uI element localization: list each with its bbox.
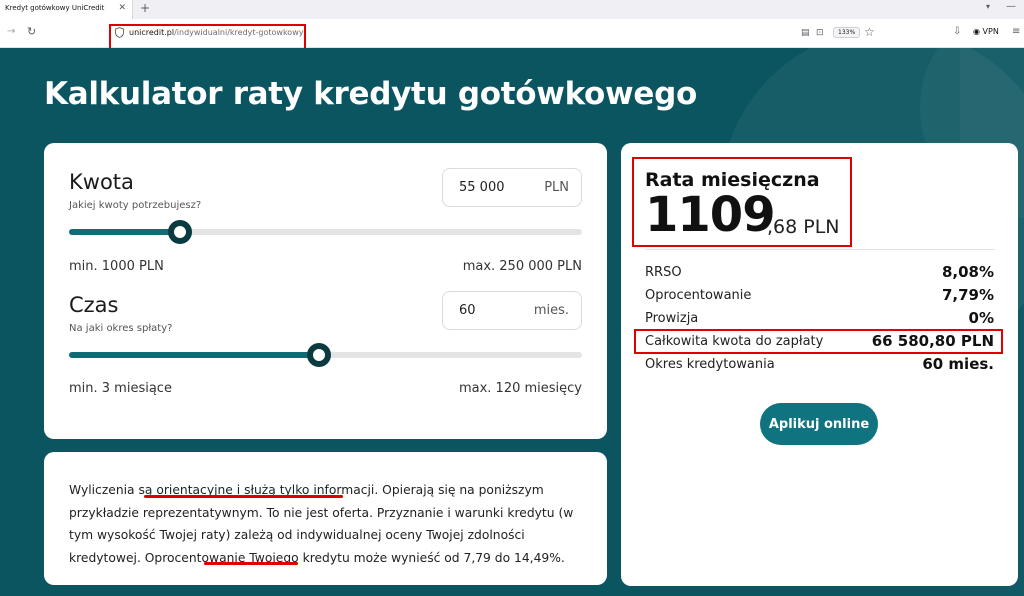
disclaimer-part: .	[560, 550, 565, 565]
extension-icon[interactable]: ⇩	[953, 26, 961, 37]
period-min-label: min. 3 miesiące	[69, 381, 172, 396]
calculator-card: Kwota Jakiej kwoty potrzebujesz? 55 000 …	[44, 143, 607, 439]
period-slider[interactable]	[69, 343, 582, 367]
interest-value: 7,79%	[941, 286, 994, 304]
close-tab-icon[interactable]: ✕	[118, 3, 126, 13]
installment-highlight-box	[632, 157, 852, 247]
amount-input[interactable]: 55 000 PLN	[442, 168, 582, 207]
tab-title: Kredyt gotówkowy UniCredit	[5, 4, 105, 12]
period-unit: mies.	[533, 303, 569, 318]
amount-unit: PLN	[544, 180, 569, 195]
reload-icon[interactable]: ↻	[27, 25, 36, 38]
amount-slider-handle[interactable]	[168, 220, 193, 244]
amount-slider[interactable]	[69, 220, 582, 244]
disclaimer-text: Wyliczenia są orientacyjne i służą tylko…	[69, 479, 589, 569]
period-label: Czas	[69, 293, 119, 317]
period-input[interactable]: 60 mies.	[442, 291, 582, 330]
vpn-button[interactable]: ◉ VPN	[973, 27, 999, 36]
new-tab-icon[interactable]: +	[140, 1, 150, 15]
screenshot-icon[interactable]: ⊡	[816, 28, 824, 38]
result-card: Rata miesięczna 1109 ,68 PLN RRSO 8,08% …	[621, 143, 1018, 586]
minimize-icon[interactable]: —	[1006, 1, 1016, 12]
rrso-label: RRSO	[645, 265, 682, 280]
vpn-label: VPN	[982, 27, 999, 36]
amount-max-label: max. 250 000 PLN	[462, 259, 582, 274]
total-highlight-box	[634, 329, 1003, 354]
commission-label: Prowizja	[645, 311, 699, 326]
loan-period-label: Okres kredytowania	[645, 357, 775, 372]
amount-sublabel: Jakiej kwoty potrzebujesz?	[69, 200, 202, 211]
period-max-label: max. 120 miesięcy	[458, 381, 582, 396]
disclaimer-rate-range: od 7,79 do 14,49%	[444, 550, 561, 565]
zoom-level[interactable]: 133%	[833, 27, 861, 38]
period-value: 60	[459, 303, 476, 318]
amount-value: 55 000	[459, 180, 505, 195]
period-sublabel: Na jaki okres spłaty?	[69, 323, 173, 334]
period-slider-fill	[69, 352, 319, 358]
divider	[645, 249, 995, 250]
vpn-shield-icon: ◉	[973, 27, 980, 36]
apply-online-button[interactable]: Aplikuj online	[760, 403, 878, 445]
tab-bar: Kredyt gotówkowy UniCredit ✕ + ▾ —	[0, 0, 1024, 19]
bookmark-star-icon[interactable]: ☆	[864, 25, 875, 39]
underline-annotation	[204, 562, 298, 565]
rrso-value: 8,08%	[941, 263, 994, 281]
amount-label: Kwota	[69, 170, 134, 194]
loan-period-value: 60 mies.	[922, 355, 994, 373]
amount-slider-fill	[69, 229, 181, 235]
amount-min-label: min. 1000 PLN	[69, 259, 164, 274]
commission-value: 0%	[968, 309, 994, 327]
menu-icon[interactable]: ≡	[1012, 26, 1020, 37]
chevron-down-icon[interactable]: ▾	[986, 2, 990, 11]
page-content: Kalkulator raty kredytu gotówkowego Kwot…	[0, 48, 1024, 596]
back-icon[interactable]: →	[7, 26, 15, 37]
page-title: Kalkulator raty kredytu gotówkowego	[44, 76, 698, 112]
interest-label: Oprocentowanie	[645, 288, 752, 303]
disclaimer-card: Wyliczenia są orientacyjne i służą tylko…	[44, 452, 607, 585]
reader-view-icon[interactable]: ▤	[801, 28, 810, 38]
period-slider-handle[interactable]	[306, 343, 331, 367]
underline-annotation	[144, 495, 343, 498]
browser-tab[interactable]: Kredyt gotówkowy UniCredit ✕	[0, 0, 133, 19]
